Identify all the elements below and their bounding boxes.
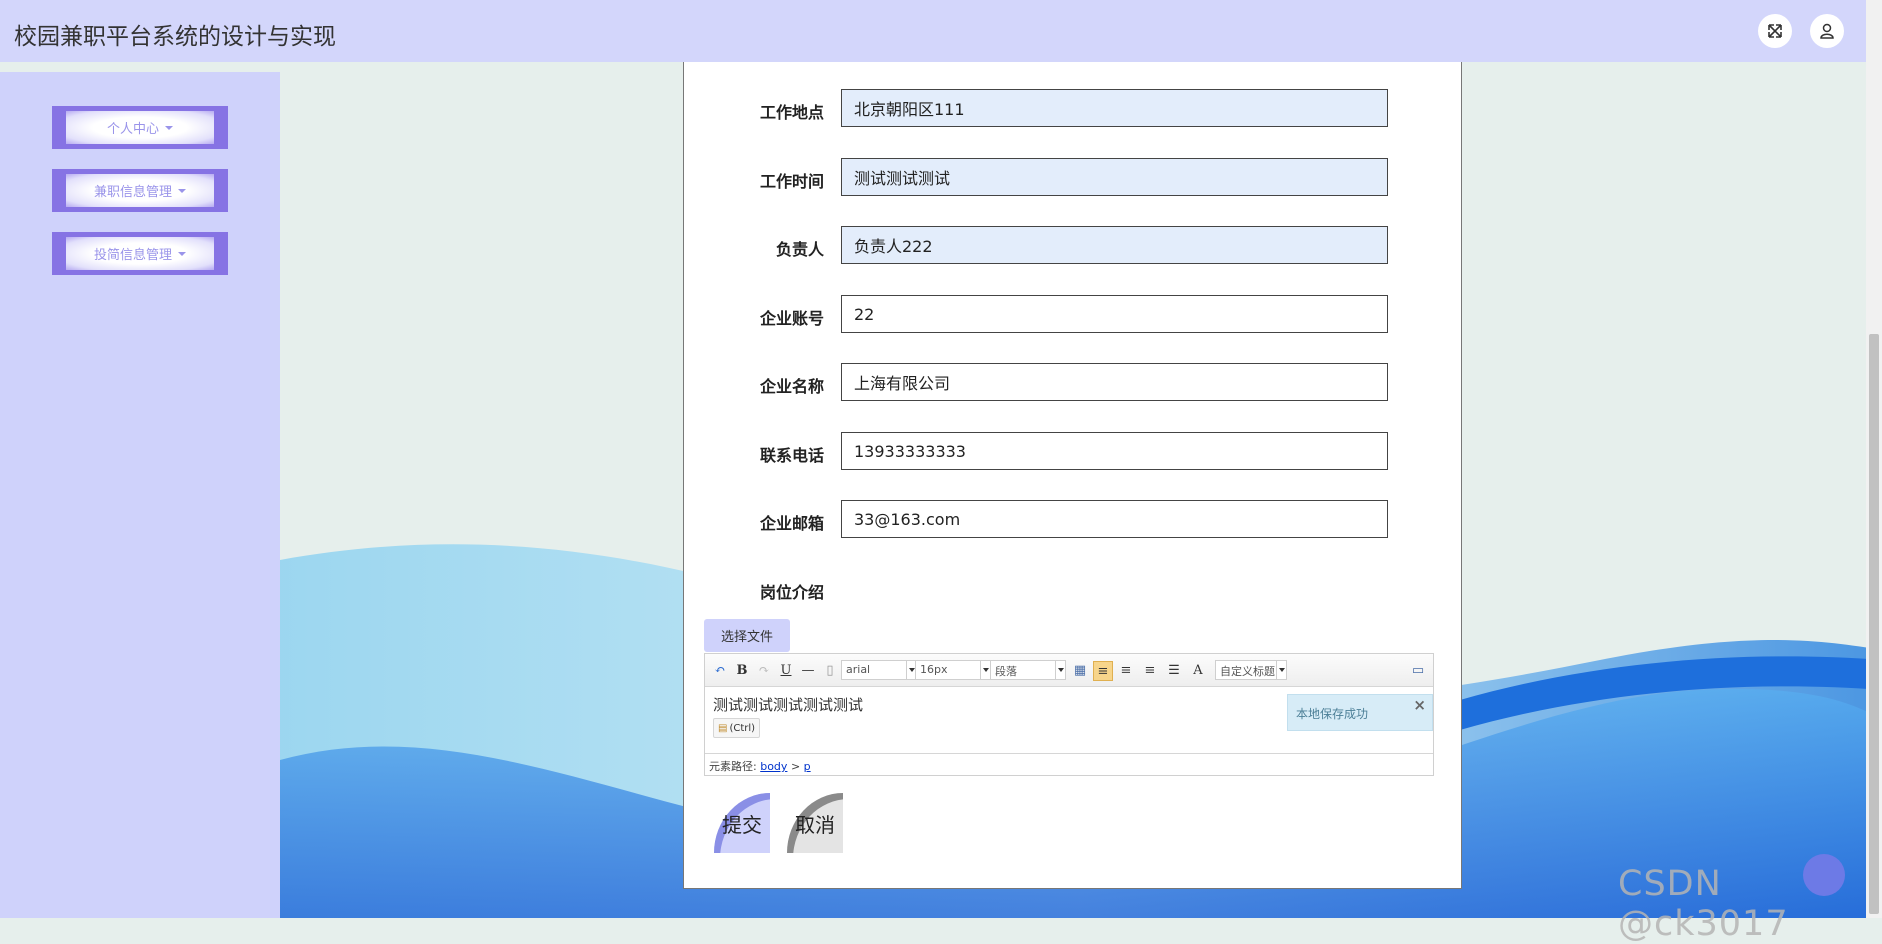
company-name-input[interactable]: 上海有限公司 bbox=[841, 363, 1388, 401]
work-location-input[interactable]: 北京朝阳区111 bbox=[841, 89, 1388, 127]
cancel-label: 取消 bbox=[795, 812, 835, 837]
field-work-time: 工作时间 测试测试测试 bbox=[684, 158, 1461, 198]
work-time-input[interactable]: 测试测试测试 bbox=[841, 158, 1388, 196]
submit-button[interactable]: 提交 bbox=[714, 793, 770, 853]
close-icon[interactable]: × bbox=[1413, 696, 1426, 714]
field-label: 工作时间 bbox=[759, 172, 824, 191]
font-family-select[interactable]: arial bbox=[841, 660, 917, 680]
form-card: 工作地点 北京朝阳区111 工作时间 测试测试测试 负责人 负责人222 企业账… bbox=[683, 62, 1462, 889]
undo-icon[interactable]: ↶ bbox=[711, 661, 729, 679]
user-button[interactable] bbox=[1810, 14, 1844, 48]
field-label: 工作地点 bbox=[759, 103, 824, 122]
fullscreen-button[interactable] bbox=[1758, 14, 1792, 48]
field-label: 企业邮箱 bbox=[759, 514, 824, 533]
align-left-icon[interactable]: ≡ bbox=[1093, 661, 1113, 681]
email-input[interactable]: 33@163.com bbox=[841, 500, 1388, 538]
save-toast: 本地保存成功 × bbox=[1287, 694, 1433, 731]
align-right-icon[interactable]: ≡ bbox=[1117, 661, 1135, 679]
font-size-value: 16px bbox=[920, 663, 948, 676]
path-separator: > bbox=[790, 760, 801, 773]
element-path-label: 元素路径: bbox=[709, 760, 757, 773]
preview-icon[interactable]: ▭ bbox=[1409, 661, 1427, 679]
font-color-icon[interactable]: A bbox=[1189, 661, 1207, 679]
field-manager: 负责人 负责人222 bbox=[684, 226, 1461, 266]
paragraph-select[interactable]: 段落 bbox=[990, 660, 1066, 680]
paragraph-value: 段落 bbox=[995, 665, 1017, 678]
sidebar-item-personal-center[interactable]: 个人中心 bbox=[52, 106, 228, 149]
sidebar-item-label: 投简信息管理 bbox=[93, 248, 172, 263]
field-company-name: 企业名称 上海有限公司 bbox=[684, 363, 1461, 403]
sidebar-item-resume-management[interactable]: 投简信息管理 bbox=[52, 232, 228, 275]
user-icon bbox=[1820, 23, 1834, 39]
scrollbar-thumb[interactable] bbox=[1869, 334, 1879, 914]
sidebar-item-parttime-management[interactable]: 兼职信息管理 bbox=[52, 169, 228, 212]
paste-chip-label: (Ctrl) bbox=[729, 722, 756, 734]
field-work-location: 工作地点 北京朝阳区111 bbox=[684, 89, 1461, 129]
field-label: 企业账号 bbox=[759, 309, 824, 328]
field-label: 企业名称 bbox=[759, 377, 824, 396]
choose-file-button[interactable]: 选择文件 bbox=[704, 619, 790, 652]
sidebar-item-label: 个人中心 bbox=[106, 122, 159, 137]
redo-icon[interactable]: ↷ bbox=[755, 661, 773, 679]
font-size-select[interactable]: 16px bbox=[915, 660, 991, 680]
underline-icon[interactable]: U bbox=[777, 661, 795, 679]
field-company-account: 企业账号 22 bbox=[684, 295, 1461, 335]
path-p-link[interactable]: p bbox=[804, 760, 811, 773]
manager-input[interactable]: 负责人222 bbox=[841, 226, 1388, 264]
editor-toolbar: ↶ B ↷ U — ▯ arial 16px 段落 ▦ ≡ ≡ ≡ ☰ A 自定… bbox=[705, 654, 1433, 687]
caret-down-icon bbox=[178, 188, 186, 193]
editor-content[interactable]: 测试测试测试测试测试 bbox=[713, 694, 863, 715]
bold-icon[interactable]: B bbox=[733, 661, 751, 679]
element-path: 元素路径: body > p bbox=[705, 753, 1433, 775]
field-job-intro: 岗位介绍 bbox=[684, 569, 1461, 609]
paste-options-button[interactable]: ▤ (Ctrl) bbox=[713, 718, 761, 738]
caret-down-icon bbox=[178, 251, 186, 256]
toast-message: 本地保存成功 bbox=[1296, 707, 1369, 721]
rich-text-editor: ↶ B ↷ U — ▯ arial 16px 段落 ▦ ≡ ≡ ≡ ☰ A 自定… bbox=[704, 653, 1434, 776]
company-account-input[interactable]: 22 bbox=[841, 295, 1388, 333]
caret-down-icon bbox=[165, 125, 173, 130]
align-justify-icon[interactable]: ☰ bbox=[1165, 661, 1183, 679]
top-bar: 校园兼职平台系统的设计与实现 bbox=[0, 0, 1866, 62]
custom-title-value: 自定义标题 bbox=[1220, 665, 1275, 678]
cancel-button[interactable]: 取消 bbox=[787, 793, 843, 853]
sidebar-item-label: 兼职信息管理 bbox=[93, 185, 172, 200]
clipboard-icon: ▤ bbox=[718, 722, 728, 734]
path-body-link[interactable]: body bbox=[760, 760, 787, 773]
blank-page-icon[interactable]: ▯ bbox=[821, 661, 839, 679]
horizontal-rule-icon[interactable]: — bbox=[799, 661, 817, 679]
phone-input[interactable]: 13933333333 bbox=[841, 432, 1388, 470]
font-family-value: arial bbox=[846, 663, 871, 676]
fullscreen-icon bbox=[1768, 24, 1782, 38]
field-email: 企业邮箱 33@163.com bbox=[684, 500, 1461, 540]
app-title: 校园兼职平台系统的设计与实现 bbox=[14, 24, 336, 50]
align-center-icon[interactable]: ≡ bbox=[1141, 661, 1159, 679]
field-phone: 联系电话 13933333333 bbox=[684, 432, 1461, 472]
table-icon[interactable]: ▦ bbox=[1071, 661, 1089, 679]
submit-label: 提交 bbox=[722, 812, 762, 837]
scrollbar[interactable] bbox=[1866, 0, 1882, 918]
field-label: 负责人 bbox=[775, 240, 824, 259]
field-label: 岗位介绍 bbox=[759, 583, 824, 602]
field-label: 联系电话 bbox=[759, 446, 824, 465]
sidebar: 个人中心 兼职信息管理 投简信息管理 bbox=[0, 72, 280, 918]
watermark: CSDN @ck3017 bbox=[1618, 864, 1789, 944]
custom-title-select[interactable]: 自定义标题 bbox=[1215, 660, 1287, 680]
